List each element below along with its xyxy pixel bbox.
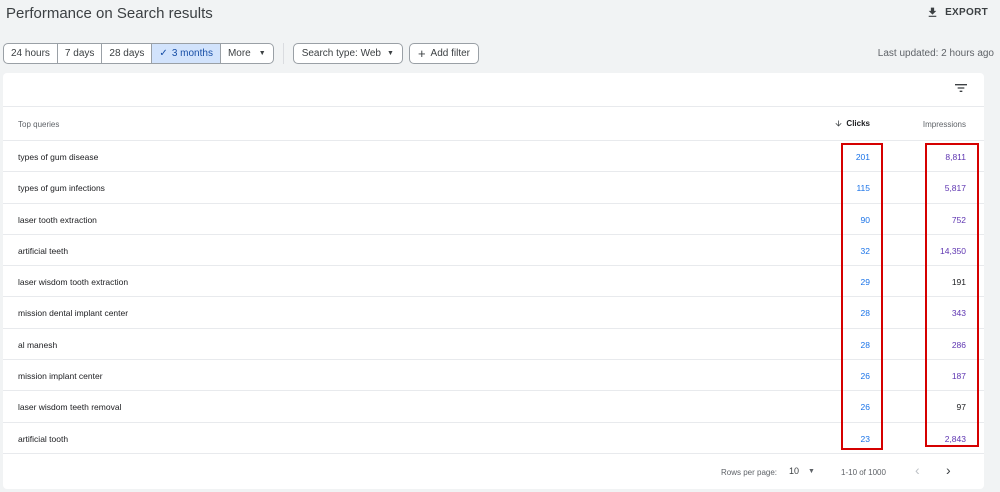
rows-per-page-label: Rows per page: xyxy=(721,468,778,477)
queries-table-card: Top queries Clicks Impressions types of … xyxy=(3,73,984,489)
caret-down-icon: ▼ xyxy=(387,50,394,57)
clicks-cell: 29 xyxy=(860,277,870,288)
impressions-cell: 14,350 xyxy=(940,245,966,256)
column-header-queries: Top queries xyxy=(18,120,60,129)
clicks-cell: 26 xyxy=(860,371,870,382)
table-row[interactable]: artificial tooth 23 2,843 xyxy=(3,423,984,454)
clicks-cell: 201 xyxy=(855,152,870,162)
last-updated-text: Last updated: 2 hours ago xyxy=(877,48,994,59)
pagination: Rows per page: 10 ▼ 1-10 of 1000 ‹ › xyxy=(3,453,984,489)
impressions-cell: 187 xyxy=(951,371,966,382)
pagination-range: 1-10 of 1000 xyxy=(841,468,886,477)
toolbar: 24 hours 7 days 28 days ✓ 3 months More … xyxy=(3,43,479,64)
arrow-down-icon xyxy=(835,120,842,127)
table-body: types of gum disease 201 8,811 types of … xyxy=(3,141,984,454)
search-type-label: Search type: Web xyxy=(301,48,381,59)
date-range-24-hours[interactable]: 24 hours xyxy=(4,44,58,63)
query-cell: types of gum infections xyxy=(18,183,105,194)
caret-down-icon: ▼ xyxy=(808,467,815,475)
impressions-cell: 5,817 xyxy=(944,183,966,194)
impressions-cell: 97 xyxy=(956,402,966,413)
impressions-cell: 2,843 xyxy=(944,433,966,444)
add-filter-button[interactable]: + Add filter xyxy=(408,43,479,64)
impressions-cell: 286 xyxy=(951,339,966,350)
check-icon: ✓ xyxy=(159,48,168,59)
table-row[interactable]: types of gum infections 115 5,817 xyxy=(3,172,984,204)
column-header-clicks[interactable]: Clicks xyxy=(834,119,870,128)
filter-icon[interactable] xyxy=(953,80,969,96)
query-cell: artificial tooth xyxy=(18,433,69,444)
table-row[interactable]: laser wisdom tooth extraction 29 191 xyxy=(3,266,984,298)
caret-down-icon: ▼ xyxy=(258,50,266,57)
chevron-left-icon[interactable]: ‹ xyxy=(915,462,920,478)
impressions-cell: 191 xyxy=(951,277,966,288)
clicks-cell: 32 xyxy=(860,245,870,256)
more-label: More xyxy=(227,48,251,59)
export-label: EXPORT xyxy=(945,7,988,18)
plus-icon: + xyxy=(417,45,426,61)
table-row[interactable]: artificial teeth 32 14,350 xyxy=(3,235,984,267)
rows-per-page-select[interactable]: 10 ▼ xyxy=(789,466,815,476)
query-cell: mission dental implant center xyxy=(18,308,129,319)
date-range-3-months[interactable]: ✓ 3 months xyxy=(152,44,221,63)
export-button[interactable]: EXPORT xyxy=(926,6,988,19)
toolbar-divider xyxy=(282,43,284,64)
impressions-cell: 343 xyxy=(951,308,966,319)
table-row[interactable]: laser wisdom teeth removal 26 97 xyxy=(3,391,984,423)
clicks-cell: 28 xyxy=(860,308,870,319)
chevron-right-icon[interactable]: › xyxy=(946,462,951,478)
table-row[interactable]: al manesh 28 286 xyxy=(3,329,984,361)
download-icon xyxy=(928,7,937,17)
table-row[interactable]: mission implant center 26 187 xyxy=(3,360,984,392)
more-dropdown[interactable]: More ▼ xyxy=(221,44,273,63)
query-cell: artificial teeth xyxy=(18,245,69,256)
date-range-28-days[interactable]: 28 days xyxy=(102,44,153,63)
table-row[interactable]: mission dental implant center 28 343 xyxy=(3,297,984,329)
clicks-cell: 90 xyxy=(860,214,870,225)
table-row[interactable]: laser tooth extraction 90 752 xyxy=(3,204,984,235)
clicks-cell: 115 xyxy=(856,183,870,194)
query-cell: types of gum disease xyxy=(18,152,99,162)
add-filter-label: Add filter xyxy=(430,48,470,59)
query-cell: laser wisdom tooth extraction xyxy=(18,277,129,288)
clicks-cell: 26 xyxy=(860,402,870,413)
table-row[interactable]: types of gum disease 201 8,811 xyxy=(3,141,984,173)
query-cell: mission implant center xyxy=(18,371,103,382)
column-header-impressions[interactable]: Impressions xyxy=(923,120,966,129)
clicks-cell: 28 xyxy=(860,339,870,350)
date-range-3-months-label: 3 months xyxy=(171,48,213,59)
search-type-dropdown[interactable]: Search type: Web ▼ xyxy=(292,43,403,64)
query-cell: laser tooth extraction xyxy=(18,214,97,225)
table-header: Top queries Clicks Impressions xyxy=(3,106,984,141)
rows-per-page-value: 10 xyxy=(789,466,800,476)
impressions-cell: 8,811 xyxy=(945,152,966,162)
header: Performance on Search results EXPORT xyxy=(0,0,1000,30)
clicks-cell: 23 xyxy=(860,433,870,444)
date-range-selector: 24 hours 7 days 28 days ✓ 3 months More … xyxy=(3,43,274,64)
query-cell: al manesh xyxy=(18,339,58,350)
clicks-header-label: Clicks xyxy=(846,119,870,128)
impressions-cell: 752 xyxy=(951,214,966,225)
date-range-7-days[interactable]: 7 days xyxy=(58,44,103,63)
query-cell: laser wisdom teeth removal xyxy=(18,402,122,413)
page-title: Performance on Search results xyxy=(6,5,213,22)
